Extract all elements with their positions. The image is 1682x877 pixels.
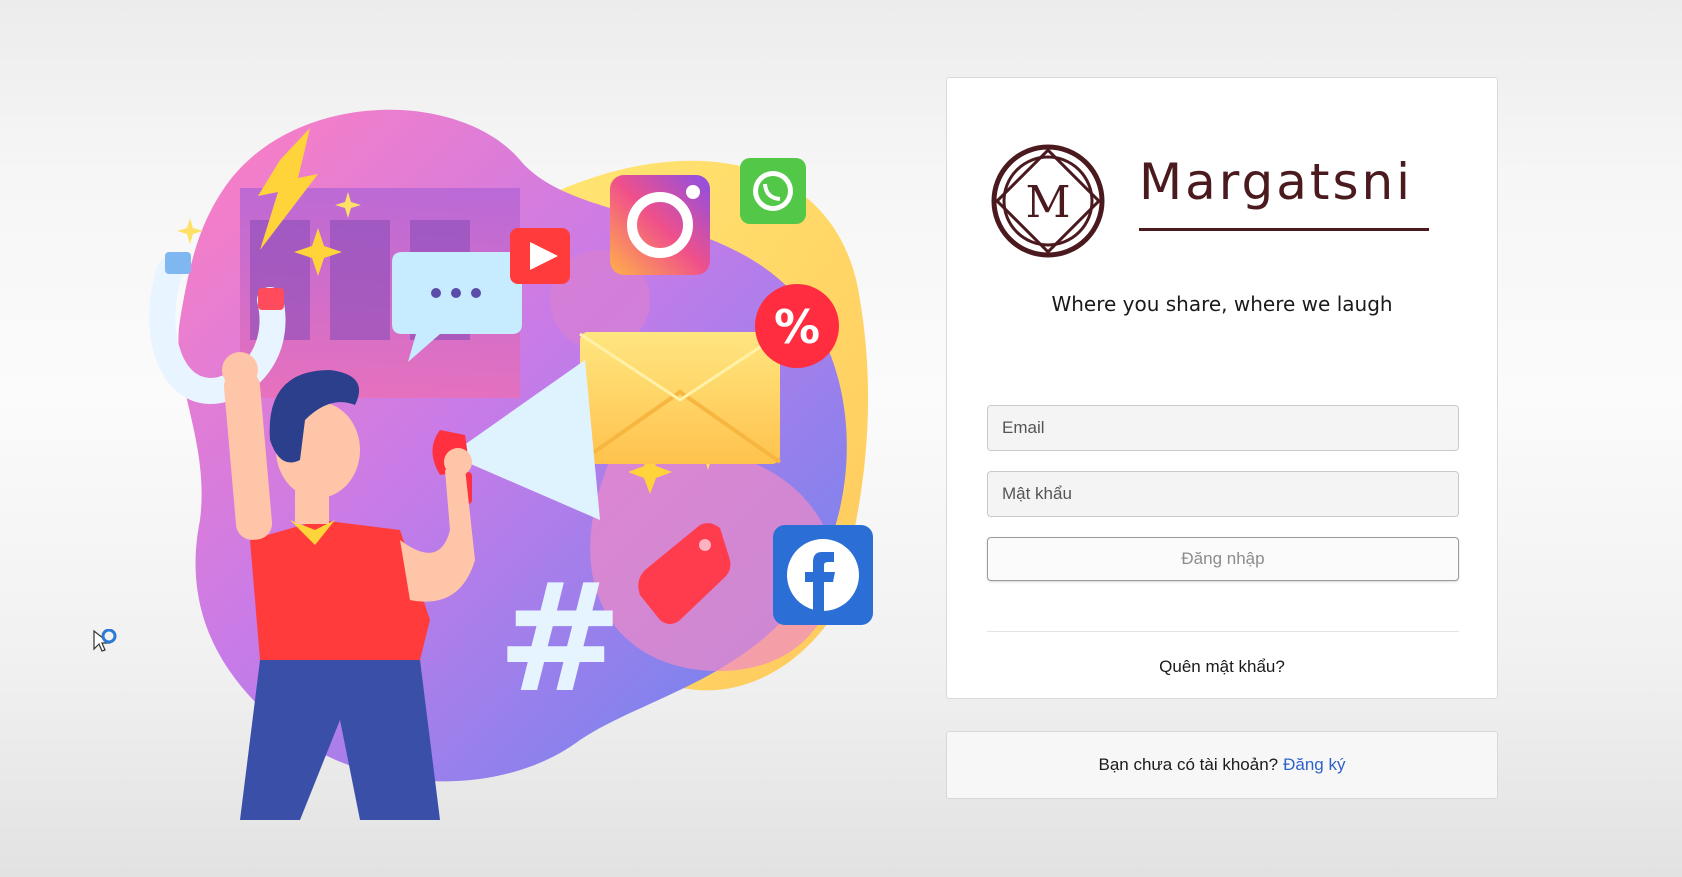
svg-text:%: % bbox=[774, 300, 820, 354]
card-divider bbox=[987, 631, 1459, 632]
login-card: M Margatsni Where you share, where we la… bbox=[946, 77, 1498, 699]
password-field[interactable] bbox=[987, 471, 1459, 517]
envelope-icon bbox=[578, 332, 782, 464]
brand-underline bbox=[1139, 228, 1429, 231]
brand-tagline: Where you share, where we laugh bbox=[1051, 292, 1393, 316]
youtube-play-icon bbox=[510, 228, 570, 284]
signup-box: Bạn chưa có tài khoản? Đăng ký bbox=[946, 731, 1498, 799]
facebook-icon bbox=[773, 525, 873, 625]
instagram-icon bbox=[610, 175, 710, 275]
brand-name: Margatsni bbox=[1139, 153, 1414, 211]
hashtag-symbol: # bbox=[497, 552, 623, 726]
email-field[interactable] bbox=[987, 405, 1459, 451]
whatsapp-icon bbox=[740, 158, 806, 224]
svg-text:M: M bbox=[1025, 177, 1070, 228]
percent-badge: % bbox=[755, 284, 839, 368]
brand-logo-emblem: M bbox=[989, 142, 1107, 260]
signup-link[interactable]: Đăng ký bbox=[1283, 755, 1345, 775]
hero-illustration: % # bbox=[140, 100, 930, 820]
signup-prompt: Bạn chưa có tài khoản? bbox=[1098, 755, 1279, 774]
cursor-icon bbox=[92, 628, 124, 657]
login-button[interactable]: Đăng nhập bbox=[987, 537, 1459, 581]
forgot-password-link[interactable]: Quên mật khẩu? bbox=[947, 657, 1497, 677]
